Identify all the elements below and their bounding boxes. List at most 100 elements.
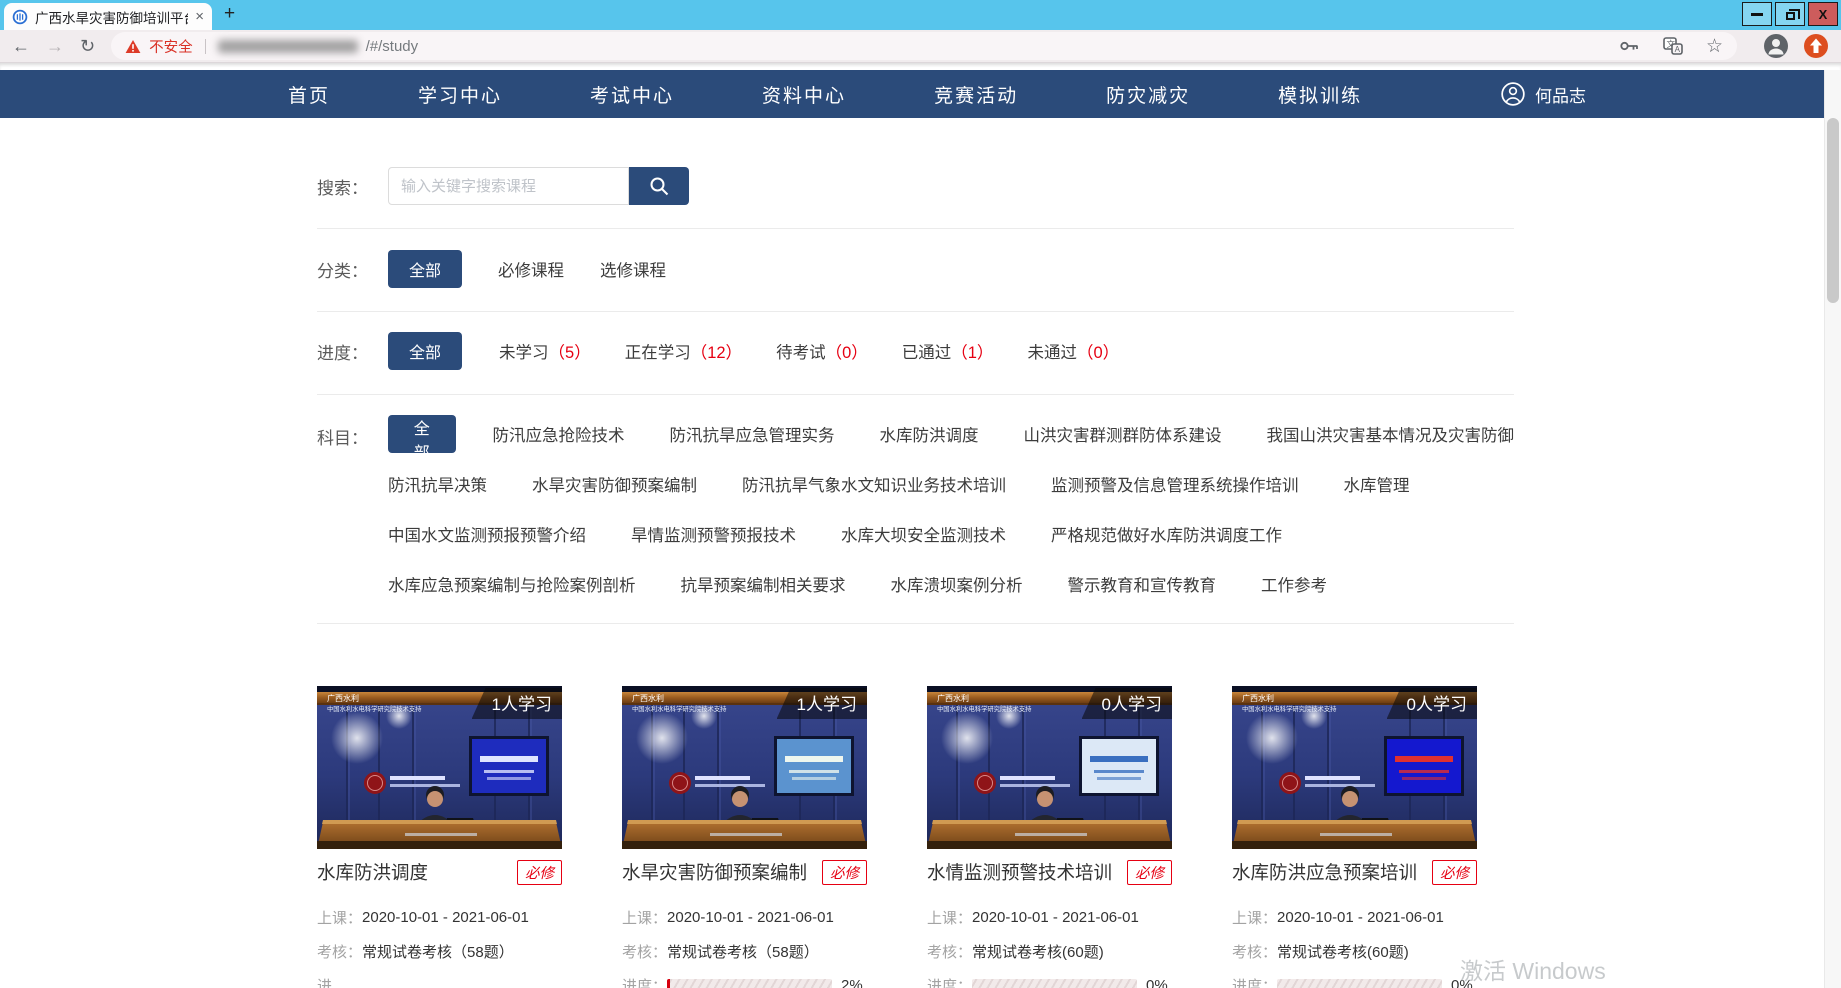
course-card-grid: 广西水利 中国水利水电科学研究院技术支持 1人学习 水库防洪调度 必修 上课： … xyxy=(317,686,1782,988)
tab-title: 广西水旱灾害防御培训平台 xyxy=(35,7,188,27)
subject-filter-item[interactable]: 中国水文监测预报预警介绍 xyxy=(388,522,586,546)
nav-item[interactable]: 首页 xyxy=(288,81,330,108)
nav-item[interactable]: 模拟训练 xyxy=(1278,81,1362,108)
user-menu[interactable]: 何品志 xyxy=(1500,81,1586,107)
profile-avatar-icon[interactable] xyxy=(1763,33,1789,59)
progress-filter-item[interactable]: 未通过（0） xyxy=(1027,339,1119,363)
progress-bar xyxy=(972,979,1137,988)
divider xyxy=(317,228,1514,229)
course-title: 水库防洪应急预案培训 xyxy=(1232,859,1417,885)
svg-text:中国水利水电科学研究院技术支持: 中国水利水电科学研究院技术支持 xyxy=(937,704,1032,713)
course-thumbnail[interactable]: 广西水利 中国水利水电科学研究院技术支持 1人学习 xyxy=(317,686,562,849)
course-card[interactable]: 广西水利 中国水利水电科学研究院技术支持 0人学习 水库防洪应急预案培训 必修 … xyxy=(1232,686,1477,988)
course-thumbnail[interactable]: 广西水利 中国水利水电科学研究院技术支持 1人学习 xyxy=(622,686,867,849)
svg-text:中国水利水电科学研究院技术支持: 中国水利水电科学研究院技术支持 xyxy=(327,704,422,713)
progress-filter-item[interactable]: 已通过（1） xyxy=(902,339,994,363)
window-maximize-button[interactable] xyxy=(1775,2,1805,26)
subject-all-button[interactable]: 全部 xyxy=(388,415,456,453)
subject-filter-item[interactable]: 水库管理 xyxy=(1344,472,1410,496)
course-card[interactable]: 广西水利 中国水利水电科学研究院技术支持 1人学习 水库防洪调度 必修 上课： … xyxy=(317,686,562,988)
search-icon xyxy=(648,175,670,197)
reload-icon[interactable]: ↻ xyxy=(80,37,95,55)
subject-filter-item[interactable]: 抗旱预案编制相关要求 xyxy=(681,572,846,596)
subject-label: 科目： xyxy=(317,424,388,449)
progress-row-label: 进度： xyxy=(622,975,667,988)
subject-filter-item[interactable]: 严格规范做好水库防洪调度工作 xyxy=(1051,522,1282,546)
nav-item[interactable]: 防灾减灾 xyxy=(1106,81,1190,108)
class-time-label: 上课： xyxy=(927,907,972,928)
site-favicon xyxy=(12,9,28,25)
course-thumbnail[interactable]: 广西水利 中国水利水电科学研究院技术支持 0人学习 xyxy=(1232,686,1477,849)
windows-activation-watermark: 激活 Windows xyxy=(1460,952,1606,986)
main-nav: 首页 学习中心 考试中心 资料中心 竞赛活动 防灾减灾 模拟训练 何品志 xyxy=(0,70,1841,118)
tab-close-icon[interactable]: × xyxy=(195,9,204,24)
password-key-icon[interactable] xyxy=(1618,36,1640,56)
subject-filter-block: 科目： 全部 防汛应急抢险技术 防汛抗旱应急管理实务 水库防洪调度 山洪灾害群测群防体… xyxy=(317,415,1514,603)
nav-item[interactable]: 竞赛活动 xyxy=(934,81,1018,108)
divider xyxy=(317,311,1514,312)
search-input[interactable] xyxy=(388,167,629,205)
subject-filter-item[interactable]: 防汛抗旱决策 xyxy=(388,472,487,496)
progress-bar xyxy=(1277,979,1442,988)
progress-all-button[interactable]: 全部 xyxy=(388,332,462,370)
translate-icon[interactable]: 文 A xyxy=(1662,36,1684,56)
progress-filter-item[interactable]: 未学习（5） xyxy=(499,339,591,363)
subject-filter-item[interactable]: 防汛应急抢险技术 xyxy=(493,422,625,446)
subject-filter-item[interactable]: 水库溃坝案例分析 xyxy=(891,572,1023,596)
address-bar-row: ← → ↻ 不安全 /#/study 文 xyxy=(0,30,1841,63)
nav-menu: 首页 学习中心 考试中心 资料中心 竞赛活动 防灾减灾 模拟训练 xyxy=(288,81,1362,108)
svg-text:广西水利: 广西水利 xyxy=(937,693,969,703)
bookmark-star-icon[interactable]: ☆ xyxy=(1706,37,1723,56)
page-scrollbar[interactable] xyxy=(1824,70,1841,988)
subject-filter-item[interactable]: 工作参考 xyxy=(1261,572,1327,596)
subject-filter-item[interactable]: 水库大坝安全监测技术 xyxy=(841,522,1006,546)
subject-filter-item[interactable]: 山洪灾害群测群防体系建设 xyxy=(1024,422,1222,446)
window-minimize-button[interactable] xyxy=(1742,2,1772,26)
subject-filter-item[interactable]: 旱情监测预警预报技术 xyxy=(631,522,796,546)
nav-item[interactable]: 考试中心 xyxy=(590,81,674,108)
exam-value: 常规试卷考核(60题) xyxy=(1277,941,1409,962)
exam-value: 常规试卷考核(60题) xyxy=(972,941,1104,962)
class-time-value: 2020-10-01 - 2021-06-01 xyxy=(362,909,529,926)
svg-text:广西水利: 广西水利 xyxy=(1242,693,1274,703)
course-card[interactable]: 广西水利 中国水利水电科学研究院技术支持 0人学习 水情监测预警技术培训 必修 … xyxy=(927,686,1172,988)
titlebar: 广西水旱灾害防御培训平台 × + X xyxy=(0,0,1841,30)
forward-icon[interactable]: → xyxy=(46,37,64,55)
search-row: 搜索： xyxy=(317,167,1514,205)
search-button[interactable] xyxy=(629,167,689,205)
address-bar[interactable]: 不安全 /#/study 文 A ☆ xyxy=(111,32,1737,60)
search-label: 搜索： xyxy=(317,174,388,199)
subject-filter-item[interactable]: 水库应急预案编制与抢险案例剖析 xyxy=(388,572,636,596)
subject-filter-item[interactable]: 水库防洪调度 xyxy=(880,422,979,446)
svg-text:A: A xyxy=(1675,45,1681,54)
back-icon[interactable]: ← xyxy=(12,37,30,55)
course-title: 水情监测预警技术培训 xyxy=(927,859,1112,885)
course-thumbnail[interactable]: 广西水利 中国水利水电科学研究院技术支持 0人学习 xyxy=(927,686,1172,849)
required-badge: 必修 xyxy=(1127,860,1172,885)
scrollbar-thumb[interactable] xyxy=(1827,118,1839,303)
nav-item[interactable]: 资料中心 xyxy=(762,81,846,108)
course-card[interactable]: 广西水利 中国水利水电科学研究院技术支持 1人学习 水旱灾害防御预案编制 必修 … xyxy=(622,686,867,988)
user-icon xyxy=(1500,81,1526,107)
maximize-icon xyxy=(1786,12,1795,20)
url-host-redacted xyxy=(218,40,358,53)
progress-filter-item[interactable]: 正在学习（12） xyxy=(625,339,742,363)
subject-filter-item[interactable]: 监测预警及信息管理系统操作培训 xyxy=(1051,472,1299,496)
new-tab-button[interactable]: + xyxy=(224,3,235,25)
progress-row-label: 进度： xyxy=(317,975,361,988)
browser-tab[interactable]: 广西水旱灾害防御培训平台 × xyxy=(4,3,212,30)
progress-filter-item[interactable]: 待考试（0） xyxy=(776,339,868,363)
subject-filter-item[interactable]: 防汛抗旱气象水文知识业务技术培训 xyxy=(742,472,1006,496)
exam-value: 常规试卷考核（58题） xyxy=(362,941,514,962)
subject-filter-item[interactable]: 水旱灾害防御预案编制 xyxy=(532,472,697,496)
window-close-button[interactable]: X xyxy=(1808,2,1838,26)
subject-filter-item[interactable]: 防汛抗旱应急管理实务 xyxy=(670,422,835,446)
subject-filter-item[interactable]: 我国山洪灾害基本情况及灾害防御 xyxy=(1267,422,1515,446)
browser-update-icon[interactable] xyxy=(1803,33,1829,59)
category-all-button[interactable]: 全部 xyxy=(388,250,462,288)
nav-item[interactable]: 学习中心 xyxy=(418,81,502,108)
subject-filter-item[interactable]: 警示教育和宣传教育 xyxy=(1068,572,1217,596)
category-filter-item[interactable]: 选修课程 xyxy=(600,257,666,281)
viewer-count-badge: 0人学习 xyxy=(1387,688,1477,719)
category-filter-item[interactable]: 必修课程 xyxy=(498,257,564,281)
